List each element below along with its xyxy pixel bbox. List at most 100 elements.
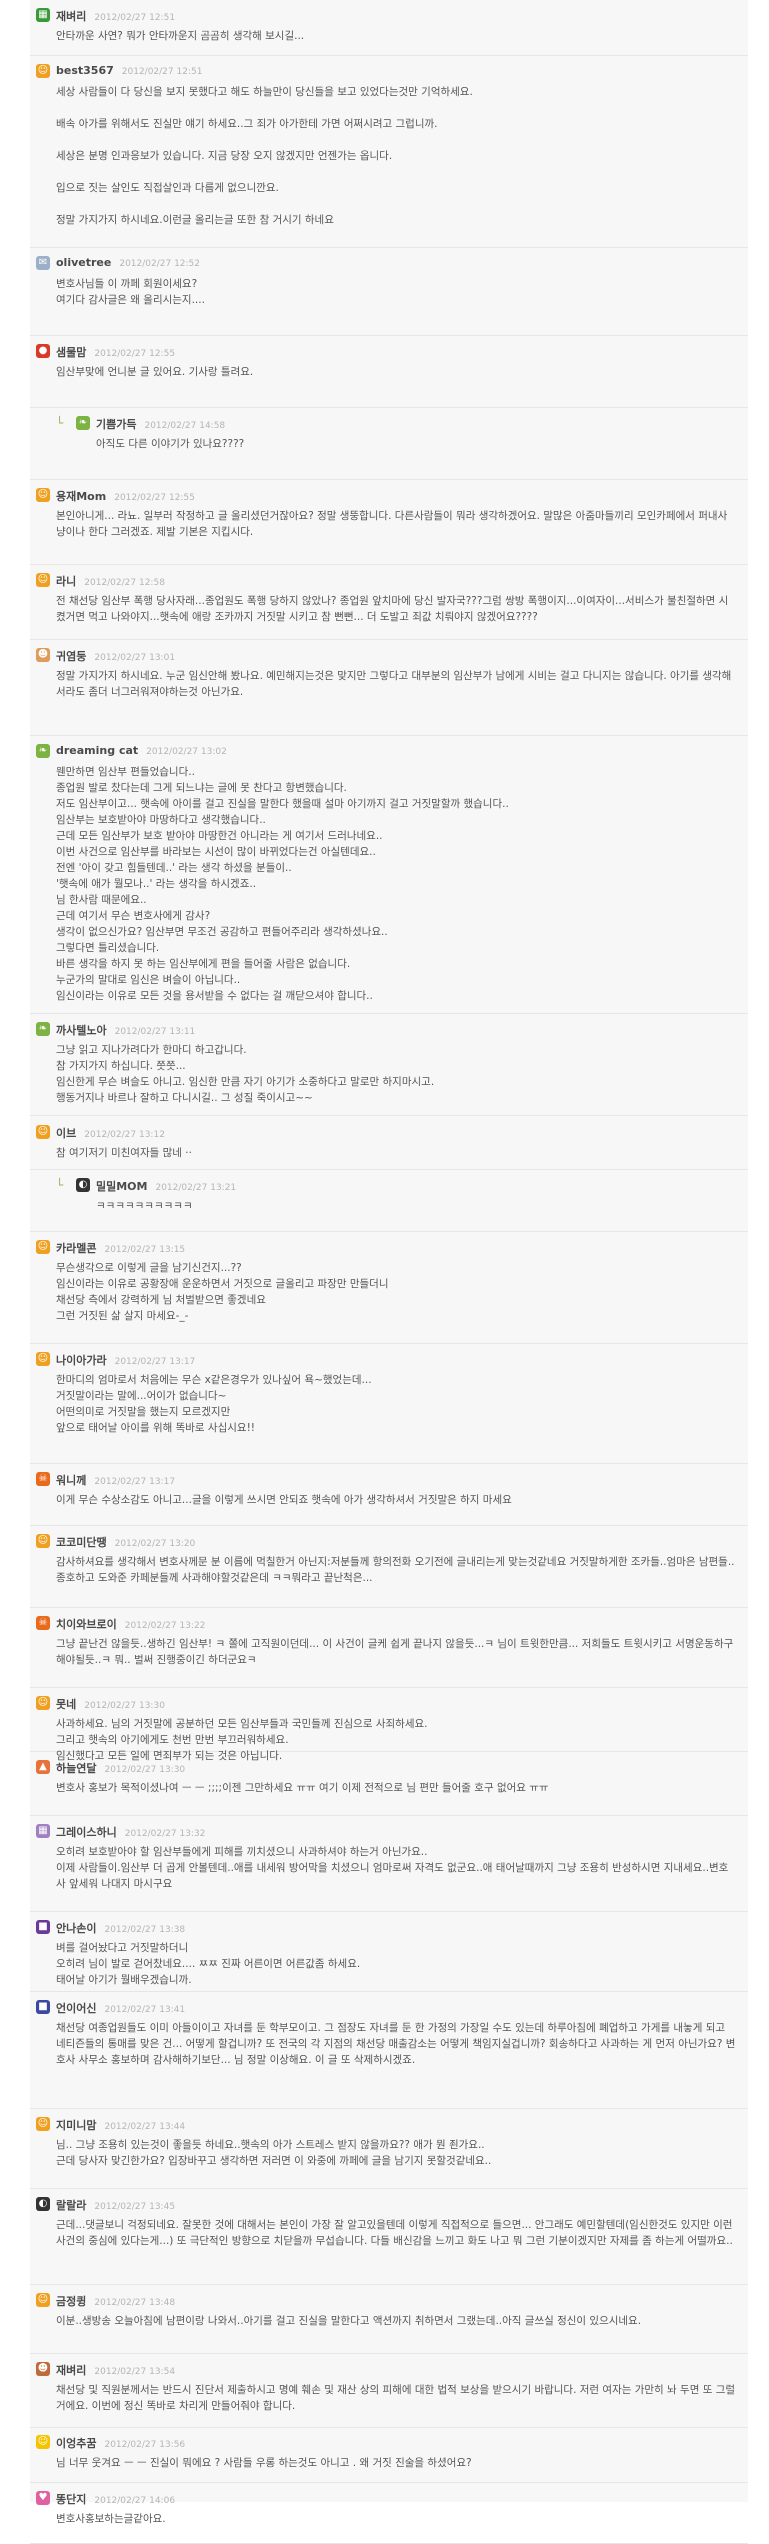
comment-author[interactable]: 금정큉 <box>56 2295 86 2308</box>
comment-author[interactable]: 라니 <box>56 575 76 588</box>
comment-author[interactable]: 언이어신 <box>56 2002 96 2015</box>
comment-date: 2012/02/27 13:20 <box>114 1539 196 1549</box>
comment-header: 그레이스하니 2012/02/27 13:32 <box>56 1824 205 1840</box>
comment-body: 변호사님들 이 까페 회원이세요? 여기다 감사글은 왜 올리시는지.... <box>56 278 205 306</box>
comment-author[interactable]: 재벼리 <box>56 2364 86 2377</box>
comment-author[interactable]: 그레이스하니 <box>56 1826 117 1839</box>
comment-author[interactable]: 코코미단땡 <box>56 1536 107 1549</box>
comment-body: ㅋㅋㅋㅋㅋㅋㅋㅋㅋㅋ <box>96 1200 193 1212</box>
comment-author[interactable]: 랄랄라 <box>56 2199 86 2212</box>
smile-icon: ☺ <box>36 1352 50 1366</box>
leaf-icon: ❧ <box>36 744 50 758</box>
comment-date: 2012/02/27 13:30 <box>104 1765 186 1775</box>
comment-item: ▲ 하늘연달 2012/02/27 13:30 변호사 홍보가 목적이셨나여 ㅡ ㅡ … <box>30 1752 748 1816</box>
comment-body: 님 너무 웃겨요 ㅡ ㅡ 진실이 뭐에요 ? 사람들 우롱 하는것도 아니고 .… <box>56 2457 472 2469</box>
comment-item: ☺ 이브 2012/02/27 13:12 참 여기저기 미친여자들 많네 ·· <box>30 1117 748 1170</box>
panda-icon: ◐ <box>76 1178 90 1192</box>
comment-header: 똥단지 2012/02/27 14:06 <box>56 2491 175 2507</box>
comment-date: 2012/02/27 13:15 <box>104 1245 186 1255</box>
comment-author[interactable]: 안나손이 <box>56 1922 96 1935</box>
comment-author[interactable]: 까사텔노아 <box>56 1024 107 1037</box>
reply-item: └ ◐ 밀밀MOM 2012/02/27 13:21 ㅋㅋㅋㅋㅋㅋㅋㅋㅋㅋ <box>30 1170 748 1232</box>
smile-icon: ☺ <box>36 1125 50 1139</box>
comment-header: 용재Mom 2012/02/27 12:55 <box>56 488 195 504</box>
reply-arrow-icon: └ <box>56 416 64 430</box>
comment-author[interactable]: 용재Mom <box>56 490 106 503</box>
comment-author[interactable]: best3567 <box>56 64 114 77</box>
comment-author[interactable]: 못네 <box>56 1698 76 1711</box>
comment-author[interactable]: 샘물맘 <box>56 346 86 359</box>
comment-header: 금정큉 2012/02/27 13:48 <box>56 2293 175 2309</box>
comment-author[interactable]: 똥단지 <box>56 2493 86 2506</box>
comment-item: ☠ 치이와브로이 2012/02/27 13:22 그냥 끝난건 않을듯..생하긴 임… <box>30 1608 748 1688</box>
comment-author[interactable]: 밀밀MOM <box>96 1180 147 1193</box>
comment-author[interactable]: 하늘연달 <box>56 1762 96 1775</box>
comment-item: ☺ 이엉추꿈 2012/02/27 13:56 님 너무 웃겨요 ㅡ ㅡ 진실이 뭐에… <box>30 2427 748 2483</box>
smile-icon: ☺ <box>36 1240 50 1254</box>
comment-author[interactable]: 나이아가라 <box>56 1354 107 1367</box>
comment-author[interactable]: dreaming cat <box>56 744 138 757</box>
comment-body: 본인아니게... 라뇨. 일부러 작정하고 글 올리셨던거잖아요? 정말 생뚱합… <box>56 510 728 538</box>
fox-icon: ▲ <box>36 1760 50 1774</box>
comment-date: 2012/02/27 13:12 <box>84 1130 165 1140</box>
comment-body: 채선당 및 직원분께서는 반드시 진단서 제출하시고 명예 훼손 및 재산 상의… <box>56 2384 739 2412</box>
grid-icon: ▦ <box>36 8 50 22</box>
comment-author[interactable]: 카라멜콘 <box>56 1242 96 1255</box>
comment-body: 변호사홍보하는글같아요. <box>56 2513 166 2525</box>
comment-body: 벼를 걸어놨다고 거짓말하더니 오히려 님이 발로 걷어찼네요.... ㅉㅉ 진… <box>56 1942 361 1986</box>
face-icon: ☻ <box>36 648 50 662</box>
comment-item: ● 샘물맘 2012/02/27 12:55 임산부맞에 언니분 글 있어요. 기사랑… <box>30 336 748 408</box>
comment-item: ☺ 나이아가라 2012/02/27 13:17 한마디의 엄마로서 처음에는 무슨 … <box>30 1344 748 1464</box>
comment-body: 한마디의 엄마로서 처음에는 무슨 x같은경우가 있나싶어 욕~했었는데... … <box>56 1374 372 1434</box>
comment-date: 2012/02/27 14:58 <box>144 421 226 431</box>
comment-date: 2012/02/27 13:30 <box>84 1701 165 1711</box>
comment-header: best3567 2012/02/27 12:51 <box>56 64 202 77</box>
comment-date: 2012/02/27 12:51 <box>94 13 176 23</box>
comment-body: 임산부맞에 언니분 글 있어요. 기사랑 틀려요. <box>56 366 254 378</box>
comment-date: 2012/02/27 13:17 <box>114 1357 196 1367</box>
comment-date: 2012/02/27 13:22 <box>124 1621 206 1631</box>
leaf-icon: ❧ <box>36 1022 50 1036</box>
comment-date: 2012/02/27 13:32 <box>124 1829 206 1839</box>
comment-date: 2012/02/27 14:06 <box>94 2496 176 2506</box>
comment-date: 2012/02/27 13:45 <box>94 2202 176 2212</box>
comment-date: 2012/02/27 13:54 <box>94 2367 176 2377</box>
comment-item: ☺ 지미니맘 2012/02/27 13:44 님.. 그냥 조용히 있는것이 좋을듯… <box>30 2109 748 2189</box>
comment-item: ☺ 카라멜콘 2012/02/27 13:15 무슨생각으로 이렇게 글을 남기신건지… <box>30 1232 748 1344</box>
comment-date: 2012/02/27 12:51 <box>121 67 203 77</box>
comment-item: ☠ 워니께 2012/02/27 13:17 이게 무슨 수상소감도 아니고...글을… <box>30 1464 748 1526</box>
comment-item: ☺ 용재Mom 2012/02/27 12:55 본인아니게... 라뇨. 일부러 작… <box>30 480 748 565</box>
comment-header: 못네 2012/02/27 13:30 <box>56 1696 165 1712</box>
comment-body: 정말 가지가지 하시네요. 누군 임신안해 봤나요. 예민해지는것은 맞지만 그… <box>56 670 732 698</box>
comment-date: 2012/02/27 12:52 <box>119 259 201 269</box>
comment-header: 워니께 2012/02/27 13:17 <box>56 1472 175 1488</box>
square-icon: ■ <box>36 1920 50 1934</box>
comment-header: 랄랄라 2012/02/27 13:45 <box>56 2197 175 2213</box>
comment-item: ☺ best3567 2012/02/27 12:51 세상 사람들이 다 당신을 보… <box>30 56 748 248</box>
comment-body: 님.. 그냥 조용히 있는것이 좋을듯 하네요..햇속의 아가 스트레스 받지 … <box>56 2139 492 2167</box>
comment-author[interactable]: 재벼리 <box>56 10 86 23</box>
heart-icon: ♥ <box>36 2491 50 2505</box>
note-icon: ✉ <box>36 256 50 270</box>
smile-icon: ☺ <box>36 488 50 502</box>
comment-author[interactable]: 귀염둥 <box>56 650 86 663</box>
comment-header: 이엉추꿈 2012/02/27 13:56 <box>56 2435 185 2451</box>
comment-author[interactable]: 치이와브로이 <box>56 1618 117 1631</box>
comment-item: ♥ 똥단지 2012/02/27 14:06 변호사홍보하는글같아요. <box>30 2483 748 2544</box>
comment-item: ☺ 코코미단땡 2012/02/27 13:20 감사하셔요를 생각해서 변호사께문 … <box>30 1526 748 1608</box>
comment-author[interactable]: olivetree <box>56 256 111 269</box>
comment-header: 하늘연달 2012/02/27 13:30 <box>56 1760 185 1776</box>
comment-author[interactable]: 이브 <box>56 1127 76 1140</box>
comment-author[interactable]: 지미니맘 <box>56 2119 96 2132</box>
comment-item: ☻ 귀염둥 2012/02/27 13:01 정말 가지가지 하시네요. 누군 임신안… <box>30 640 748 736</box>
comment-item: ▦ 그레이스하니 2012/02/27 13:32 오히려 보호받아야 할 임산부들에… <box>30 1816 748 1912</box>
comment-author[interactable]: 워니께 <box>56 1474 86 1487</box>
reply-arrow-icon: └ <box>56 1178 64 1192</box>
comment-author[interactable]: 기쁨가득 <box>96 418 136 431</box>
smile-icon: ☺ <box>36 1534 50 1548</box>
angry-icon: ☠ <box>36 1616 50 1630</box>
comment-body: 근데...댓글보니 걱정되네요. 잘못한 것에 대해서는 본인이 가장 잘 알고… <box>56 2219 736 2247</box>
comment-header: 카라멜콘 2012/02/27 13:15 <box>56 1240 185 1256</box>
comment-author[interactable]: 이엉추꿈 <box>56 2437 96 2450</box>
comment-header: 나이아가라 2012/02/27 13:17 <box>56 1352 195 1368</box>
